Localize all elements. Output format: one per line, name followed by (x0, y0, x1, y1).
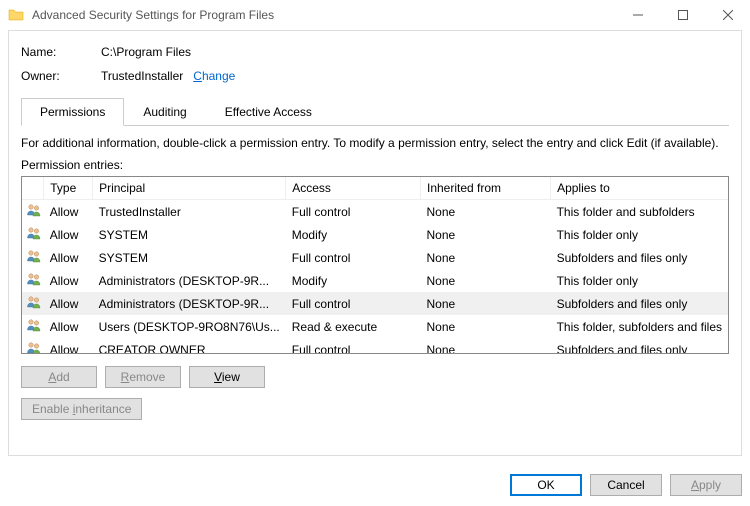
cell-type: Allow (44, 269, 93, 292)
table-row[interactable]: AllowCREATOR OWNERFull controlNoneSubfol… (22, 338, 728, 354)
titlebar: Advanced Security Settings for Program F… (0, 0, 750, 30)
cell-principal: Administrators (DESKTOP-9R... (93, 292, 286, 315)
cell-applies: This folder only (551, 269, 728, 292)
table-header-row: Type Principal Access Inherited from App… (22, 177, 728, 200)
view-button[interactable]: View (189, 366, 265, 388)
cell-applies: Subfolders and files only (551, 338, 728, 354)
window-controls (615, 0, 750, 30)
cell-inherited: None (420, 315, 550, 338)
principal-icon (22, 315, 44, 338)
remove-button[interactable]: Remove (105, 366, 181, 388)
cell-access: Modify (286, 269, 421, 292)
close-button[interactable] (705, 0, 750, 30)
cell-access: Full control (286, 338, 421, 354)
cell-inherited: None (420, 338, 550, 354)
cell-type: Allow (44, 315, 93, 338)
inheritance-row: Enable inheritance (21, 398, 729, 420)
cancel-button[interactable]: Cancel (590, 474, 662, 496)
tabs: Permissions Auditing Effective Access (21, 97, 729, 126)
instruction-text: For additional information, double-click… (21, 136, 729, 150)
col-inherited[interactable]: Inherited from (420, 177, 550, 200)
apply-button[interactable]: Apply (670, 474, 742, 496)
principal-icon (22, 200, 44, 224)
table-row[interactable]: AllowAdministrators (DESKTOP-9R...Modify… (22, 269, 728, 292)
table-row[interactable]: AllowAdministrators (DESKTOP-9R...Full c… (22, 292, 728, 315)
cell-principal: Administrators (DESKTOP-9R... (93, 269, 286, 292)
cell-inherited: None (420, 269, 550, 292)
name-row: Name: C:\Program Files (21, 45, 729, 59)
tab-effective-access[interactable]: Effective Access (206, 98, 331, 126)
table-row[interactable]: AllowUsers (DESKTOP-9RO8N76\Us...Read & … (22, 315, 728, 338)
tab-auditing[interactable]: Auditing (124, 98, 205, 126)
cell-type: Allow (44, 338, 93, 354)
maximize-button[interactable] (660, 0, 705, 30)
cell-applies: Subfolders and files only (551, 246, 728, 269)
owner-row: Owner: TrustedInstaller Change (21, 69, 729, 83)
col-applies[interactable]: Applies to (551, 177, 728, 200)
name-value: C:\Program Files (101, 45, 191, 59)
cell-access: Modify (286, 223, 421, 246)
entry-buttons: Add Remove View (21, 366, 729, 388)
cell-access: Read & execute (286, 315, 421, 338)
cell-applies: This folder, subfolders and files (551, 315, 728, 338)
col-icon[interactable] (22, 177, 44, 200)
cell-principal: SYSTEM (93, 223, 286, 246)
change-owner-link[interactable]: Change (193, 69, 235, 83)
cell-type: Allow (44, 223, 93, 246)
col-access[interactable]: Access (286, 177, 421, 200)
enable-inheritance-button[interactable]: Enable inheritance (21, 398, 142, 420)
cell-access: Full control (286, 246, 421, 269)
table-row[interactable]: AllowSYSTEMModifyNoneThis folder only (22, 223, 728, 246)
cell-access: Full control (286, 292, 421, 315)
dialog-content: Name: C:\Program Files Owner: TrustedIns… (8, 30, 742, 456)
cell-principal: SYSTEM (93, 246, 286, 269)
table-row[interactable]: AllowTrustedInstallerFull controlNoneThi… (22, 200, 728, 224)
cell-inherited: None (420, 292, 550, 315)
owner-label: Owner: (21, 69, 101, 83)
col-principal[interactable]: Principal (93, 177, 286, 200)
dialog-footer: OK Cancel Apply (510, 474, 742, 496)
permissions-table: Type Principal Access Inherited from App… (21, 176, 729, 354)
principal-icon (22, 246, 44, 269)
permission-entries-label: Permission entries: (21, 158, 729, 172)
principal-icon (22, 269, 44, 292)
cell-principal: TrustedInstaller (93, 200, 286, 224)
cell-applies: This folder and subfolders (551, 200, 728, 224)
cell-principal: CREATOR OWNER (93, 338, 286, 354)
tab-permissions[interactable]: Permissions (21, 98, 124, 126)
minimize-button[interactable] (615, 0, 660, 30)
cell-type: Allow (44, 292, 93, 315)
cell-inherited: None (420, 223, 550, 246)
cell-access: Full control (286, 200, 421, 224)
ok-button[interactable]: OK (510, 474, 582, 496)
cell-inherited: None (420, 200, 550, 224)
cell-applies: Subfolders and files only (551, 292, 728, 315)
principal-icon (22, 292, 44, 315)
cell-principal: Users (DESKTOP-9RO8N76\Us... (93, 315, 286, 338)
add-button[interactable]: Add (21, 366, 97, 388)
principal-icon (22, 223, 44, 246)
cell-type: Allow (44, 200, 93, 224)
folder-icon (8, 7, 24, 23)
col-type[interactable]: Type (44, 177, 93, 200)
window-title: Advanced Security Settings for Program F… (32, 8, 615, 22)
principal-icon (22, 338, 44, 354)
cell-type: Allow (44, 246, 93, 269)
name-label: Name: (21, 45, 101, 59)
cell-applies: This folder only (551, 223, 728, 246)
owner-value: TrustedInstaller (101, 69, 183, 83)
cell-inherited: None (420, 246, 550, 269)
table-row[interactable]: AllowSYSTEMFull controlNoneSubfolders an… (22, 246, 728, 269)
